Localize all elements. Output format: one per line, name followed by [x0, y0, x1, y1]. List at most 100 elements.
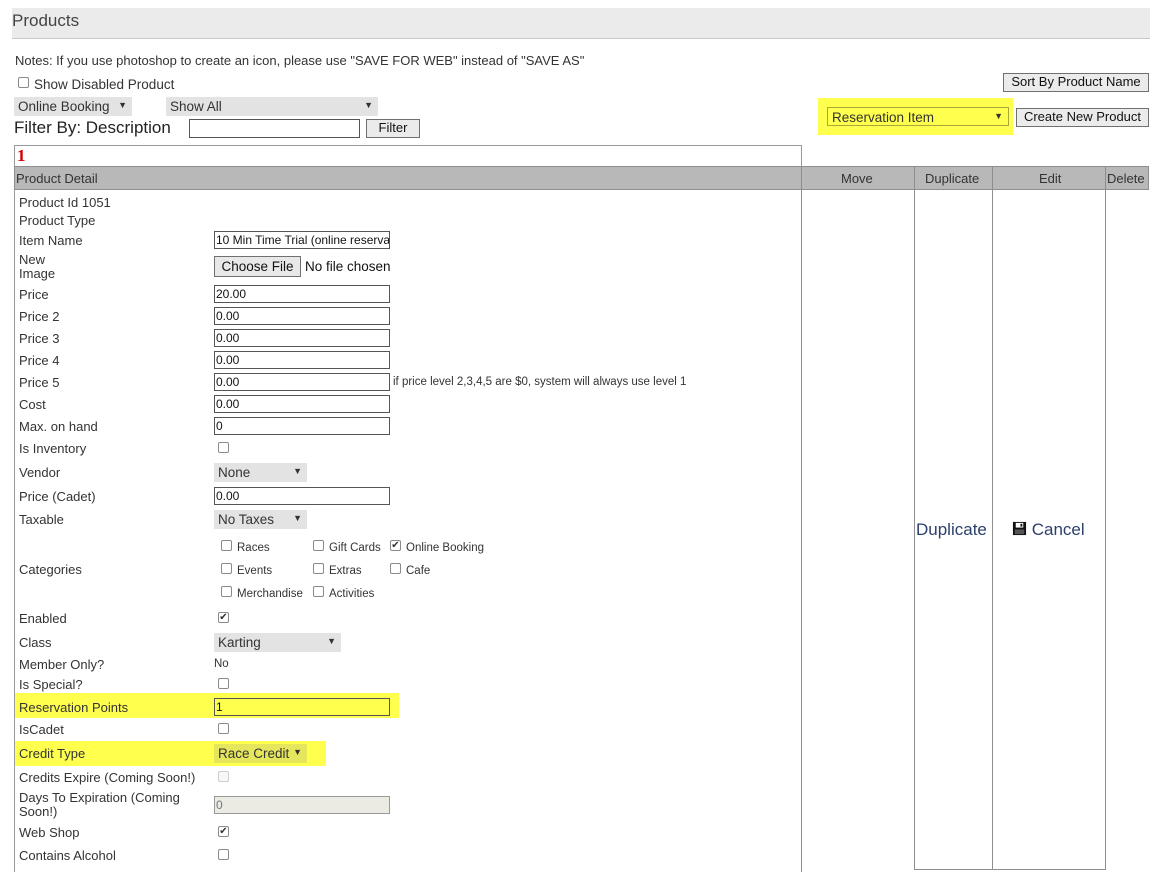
sort-by-name-button[interactable]: Sort By Product Name: [1003, 73, 1149, 92]
column-header-move: Move: [841, 171, 873, 186]
vendor-select[interactable]: None ▼: [214, 463, 307, 482]
web-shop-label: Web Shop: [19, 825, 80, 840]
choose-file-button[interactable]: Choose File: [214, 256, 301, 277]
category-events-label: Events: [237, 565, 273, 577]
price-level-note: if price level 2,3,4,5 are $0, system wi…: [393, 376, 687, 388]
category-merchandise-label: Merchandise: [237, 588, 303, 600]
chevron-down-icon: ▼: [364, 100, 373, 110]
category-extras-label: Extras: [329, 565, 362, 577]
no-file-chosen-text: No file chosen: [305, 259, 391, 274]
chevron-down-icon: ▼: [293, 513, 302, 523]
category-events-checkbox[interactable]: [221, 563, 232, 574]
category-races-checkbox[interactable]: [221, 540, 232, 551]
price-5-label: Price 5: [19, 375, 60, 390]
item-name-input[interactable]: 10 Min Time Trial (online reservat: [214, 231, 390, 249]
days-to-expiration-label: Days To Expiration (Coming Soon!): [19, 790, 180, 819]
price-4-input[interactable]: 0.00: [214, 351, 390, 369]
enabled-checkbox[interactable]: [218, 612, 229, 623]
filter-button[interactable]: Filter: [366, 119, 420, 138]
item-name-label: Item Name: [19, 233, 83, 248]
chevron-down-icon: ▼: [118, 100, 127, 110]
price-4-label: Price 4: [19, 353, 60, 368]
category-gift-cards-checkbox[interactable]: [313, 540, 324, 551]
contains-alcohol-label: Contains Alcohol: [19, 848, 116, 863]
category-select[interactable]: Online Booking ▼: [14, 97, 132, 116]
category-merchandise-checkbox[interactable]: [221, 586, 232, 597]
category-cafe-label: Cafe: [406, 565, 431, 577]
is-special-checkbox[interactable]: [218, 678, 229, 689]
web-shop-checkbox[interactable]: [218, 826, 229, 837]
page-header: Products: [12, 8, 1150, 39]
class-label: Class: [19, 635, 52, 650]
is-inventory-label: Is Inventory: [19, 441, 87, 456]
column-divider: [801, 166, 802, 872]
vendor-label: Vendor: [19, 465, 61, 480]
days-to-expiration-input: 0: [214, 796, 390, 814]
category-online-booking-label: Online Booking: [406, 542, 484, 554]
credit-type-select[interactable]: Race Credit ▼: [214, 744, 307, 763]
column-header-duplicate: Duplicate: [925, 171, 980, 186]
show-disabled-checkbox[interactable]: [18, 77, 29, 88]
duplicate-link[interactable]: Duplicate: [916, 520, 987, 540]
credits-expire-label: Credits Expire (Coming Soon!): [19, 770, 196, 785]
max-on-hand-label: Max. on hand: [19, 419, 98, 434]
is-inventory-checkbox[interactable]: [218, 442, 229, 453]
cost-input[interactable]: 0.00: [214, 395, 390, 413]
column-divider: [992, 166, 993, 870]
chevron-down-icon: ▼: [994, 111, 1003, 121]
taxable-label: Taxable: [19, 512, 64, 527]
credits-expire-checkbox: [218, 771, 229, 782]
categories-label: Categories: [19, 562, 82, 577]
category-races-label: Races: [237, 542, 270, 554]
create-new-product-button[interactable]: Create New Product: [1016, 108, 1149, 127]
price-cadet-input[interactable]: 0.00: [214, 487, 390, 505]
status-select[interactable]: Show All ▼: [166, 97, 378, 116]
contains-alcohol-checkbox[interactable]: [218, 849, 229, 860]
category-activities-label: Activities: [329, 588, 375, 600]
chevron-down-icon: ▼: [293, 747, 302, 757]
product-type-select[interactable]: Reservation Item ▼: [827, 107, 1009, 126]
column-divider: [1105, 166, 1106, 870]
credit-type-label: Credit Type: [19, 746, 86, 761]
column-divider: [914, 166, 915, 870]
price-3-input[interactable]: 0.00: [214, 329, 390, 347]
product-id-label: Product Id 1051: [19, 195, 111, 210]
category-online-booking-checkbox[interactable]: [390, 540, 401, 551]
page-number-link[interactable]: 1: [17, 146, 26, 166]
class-select[interactable]: Karting ▼: [214, 633, 341, 652]
notes-text: Notes: If you use photoshop to create an…: [15, 53, 585, 68]
price-input[interactable]: 20.00: [214, 285, 390, 303]
chevron-down-icon: ▼: [293, 466, 302, 476]
page-title: Products: [12, 11, 80, 30]
chevron-down-icon: ▼: [327, 636, 336, 646]
member-only-value: No: [214, 658, 229, 670]
price-3-label: Price 3: [19, 331, 60, 346]
column-header-edit: Edit: [1039, 171, 1062, 186]
category-activities-checkbox[interactable]: [313, 586, 324, 597]
filter-by-label: Filter By: Description: [14, 118, 171, 137]
new-image-label: New Image: [19, 252, 56, 281]
price-cadet-label: Price (Cadet): [19, 489, 96, 504]
enabled-label: Enabled: [19, 611, 67, 626]
description-filter-input[interactable]: [189, 119, 360, 138]
cancel-label: Cancel: [1031, 520, 1085, 539]
cancel-link[interactable]: Cancel: [1012, 520, 1085, 540]
reservation-points-label: Reservation Points: [19, 700, 129, 715]
floppy-disk-icon: [1012, 521, 1027, 536]
max-on-hand-input[interactable]: 0: [214, 417, 390, 435]
price-label: Price: [19, 287, 49, 302]
member-only-label: Member Only?: [19, 657, 105, 672]
category-extras-checkbox[interactable]: [313, 563, 324, 574]
price-5-input[interactable]: 0.00: [214, 373, 390, 391]
row-bottom-border: [914, 869, 1106, 870]
column-header-product-detail: Product Detail: [16, 171, 98, 186]
price-2-input[interactable]: 0.00: [214, 307, 390, 325]
iscadet-checkbox[interactable]: [218, 723, 229, 734]
category-cafe-checkbox[interactable]: [390, 563, 401, 574]
taxable-select[interactable]: No Taxes ▼: [214, 510, 307, 529]
cost-label: Cost: [19, 397, 46, 412]
is-special-label: Is Special?: [19, 677, 83, 692]
reservation-points-input[interactable]: 1: [214, 698, 390, 716]
table-header-row: Product Detail Move Duplicate Edit Delet…: [14, 166, 1149, 190]
show-disabled-label: Show Disabled Product: [34, 77, 175, 92]
